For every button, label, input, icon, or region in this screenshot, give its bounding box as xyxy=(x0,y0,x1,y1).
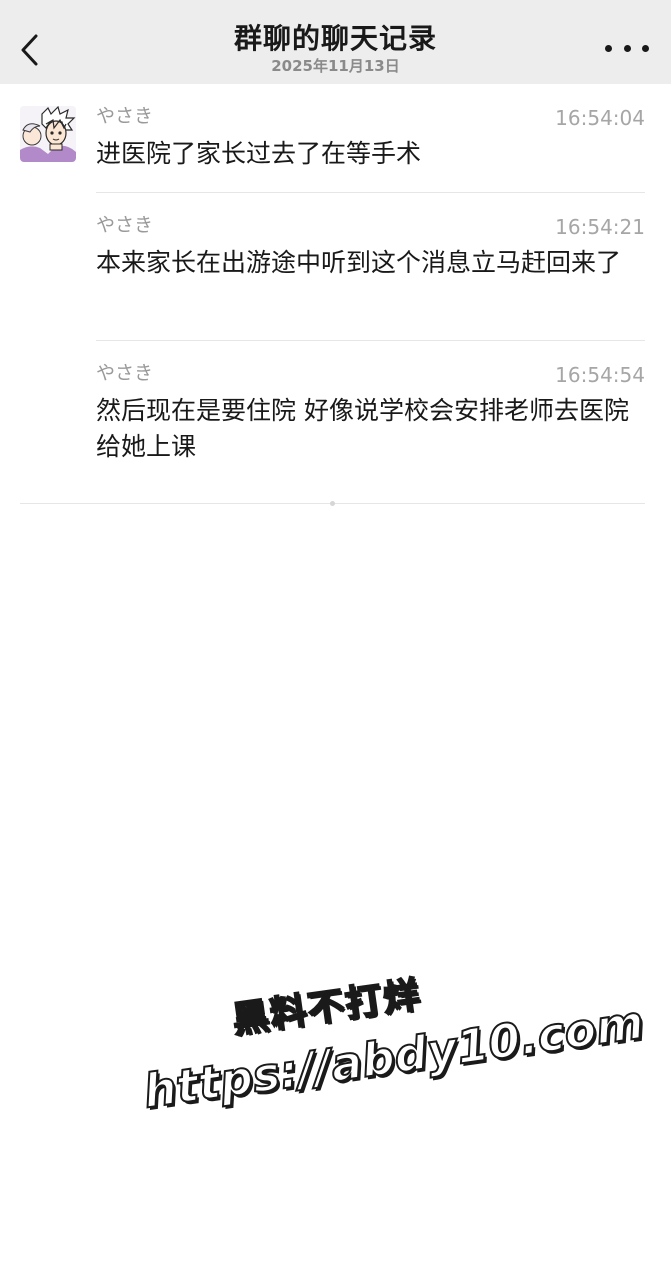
more-dots-icon xyxy=(605,44,612,52)
sender-name: やさき xyxy=(96,362,154,384)
message-text[interactable]: 然后现在是要住院 好像说学校会安排老师去医院给她上课 xyxy=(96,393,647,465)
message-list: やさき 16:54:04 进医院了家长过去了在等手术 やさき 16:54:21 … xyxy=(0,84,671,502)
more-dots-icon xyxy=(623,44,631,52)
more-button[interactable] xyxy=(605,32,649,64)
message-row[interactable]: やさき 16:54:04 进医院了家长过去了在等手术 xyxy=(0,84,671,193)
message-time: 16:54:04 xyxy=(555,106,645,130)
chat-history-page: 群聊的聊天记录 2025年11月13日 やさき 16:54:04 进医院了家长过… xyxy=(0,0,671,1280)
message-row[interactable]: やさき 16:54:21 本来家长在出游途中听到这个消息立马赶回来了 xyxy=(0,193,671,341)
page-title: 群聊的聊天记录 xyxy=(233,22,437,55)
message-time: 16:54:54 xyxy=(555,363,645,387)
list-end-dot xyxy=(330,501,335,506)
message-text[interactable]: 本来家长在出游途中听到这个消息立马赶回来了 xyxy=(96,245,647,281)
message-row[interactable]: やさき 16:54:54 然后现在是要住院 好像说学校会安排老师去医院给她上课 xyxy=(0,341,671,502)
header-bar: 群聊的聊天记录 2025年11月13日 xyxy=(0,0,671,84)
sender-name: やさき xyxy=(96,105,154,127)
avatar[interactable] xyxy=(20,106,76,162)
page-date: 2025年11月13日 xyxy=(271,57,400,75)
message-time: 16:54:21 xyxy=(555,215,645,239)
message-text[interactable]: 进医院了家长过去了在等手术 xyxy=(96,136,647,172)
watermark: 黑料不打烊 https://abdy10.com xyxy=(132,948,648,1152)
sender-name: やさき xyxy=(96,214,154,236)
more-dots-icon xyxy=(642,44,649,52)
